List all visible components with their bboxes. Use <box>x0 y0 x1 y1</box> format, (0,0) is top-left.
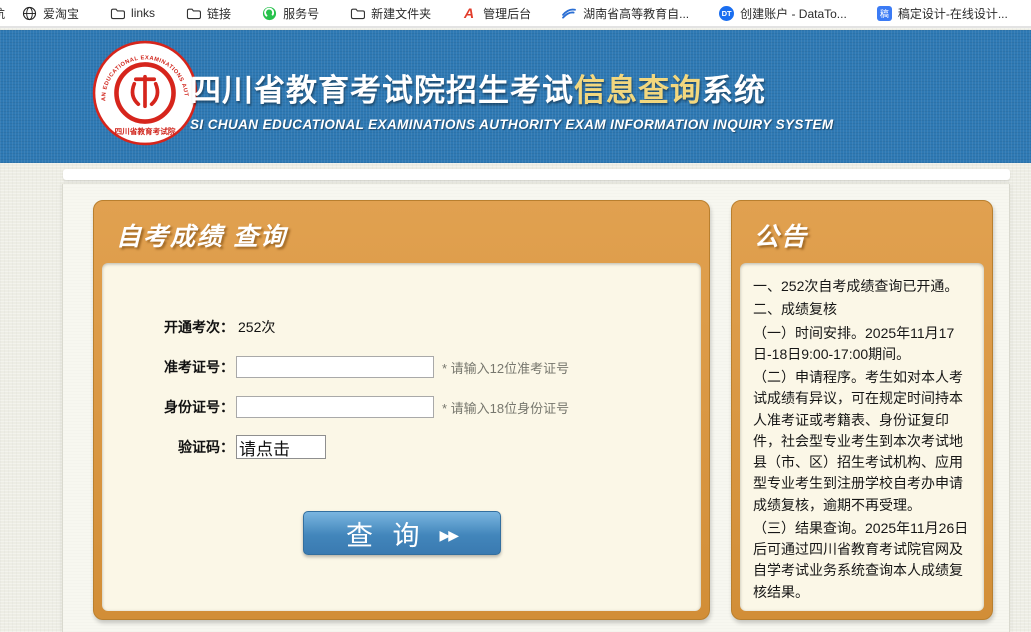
ticket-input[interactable] <box>236 356 434 378</box>
green-service-icon <box>261 5 277 21</box>
bookmark-item-aitaobao[interactable]: 爱淘宝 <box>21 5 79 22</box>
title-block: 四川省教育考试院招生考试信息查询系统 SI CHUAN EDUCATIONAL … <box>190 65 834 132</box>
site-header: SICHUAN EDUCATIONAL EXAMINATIONS AUTHORI… <box>0 30 1031 163</box>
bookmark-label: links <box>131 6 155 20</box>
double-arrow-icon: ▶▶ <box>439 527 457 544</box>
bookmark-label: 湖南省高等教育自... <box>583 5 689 22</box>
red-a-icon: A <box>461 5 477 21</box>
bookmark-item-gaoding[interactable]: 稿 稿定设计-在线设计... <box>877 5 1008 22</box>
bookmark-label: 管理后台 <box>483 5 531 22</box>
top-strip <box>63 169 1010 180</box>
query-panel-body: 开通考次： 252次 准考证号： * 请输入12位准考证号 身份证号： * 请输… <box>102 263 701 611</box>
bookmark-label: 新建文件夹 <box>371 5 431 22</box>
captcha-box[interactable]: 请点击 <box>236 435 326 459</box>
page-subtitle: SI CHUAN EDUCATIONAL EXAMINATIONS AUTHOR… <box>190 117 834 132</box>
title-part2: 系统 <box>702 73 766 108</box>
query-panel-title: 自考成绩 查询 <box>94 201 709 253</box>
folder-icon <box>109 5 125 21</box>
id-row: 身份证号： * 请输入18位身份证号 <box>102 395 701 419</box>
bookmark-label: 航 <box>0 5 5 22</box>
captcha-row: 验证码： 请点击 <box>102 435 701 459</box>
bookmark-item-newfolder[interactable]: 新建文件夹 <box>349 5 431 22</box>
bookmark-label: 爱淘宝 <box>43 5 79 22</box>
notice-panel-title: 公告 <box>732 201 992 253</box>
gaoding-icon: 稿 <box>877 6 892 21</box>
bookmark-item-links[interactable]: links <box>109 5 155 21</box>
folder-icon <box>185 5 201 21</box>
id-hint: * 请输入18位身份证号 <box>442 398 569 417</box>
notice-line: （一）时间安排。2025年11月17日-18日9:00-17:00期间。 <box>753 323 971 366</box>
folder-icon <box>349 5 365 21</box>
query-panel: 自考成绩 查询 开通考次： 252次 准考证号： * 请输入12位准考证号 身份… <box>93 200 710 620</box>
session-value: 252次 <box>238 317 275 337</box>
notice-line: （二）申请程序。考生如对本人考试成绩有异议，可在规定时间持本人准考证或考籍表、身… <box>753 367 971 516</box>
screen: 航 爱淘宝 links 链接 服务号 <box>0 0 1031 632</box>
bookmark-item-fuwuhao[interactable]: 服务号 <box>261 5 319 22</box>
id-input[interactable] <box>236 396 434 418</box>
query-form: 开通考次： 252次 准考证号： * 请输入12位准考证号 身份证号： * 请输… <box>102 263 701 555</box>
ticket-hint: * 请输入12位准考证号 <box>442 358 569 377</box>
notice-panel: 公告 一、252次自考成绩查询已开通。 二、成绩复核 （一）时间安排。2025年… <box>731 200 993 620</box>
svg-text:四川省教育考试院: 四川省教育考试院 <box>114 126 175 136</box>
id-label: 身份证号： <box>102 397 234 417</box>
bookmark-item-datato[interactable]: DT 创建账户 - DataTo... <box>719 5 847 22</box>
notice-line: 二、成绩复核 <box>753 299 971 320</box>
bookmark-item-partial[interactable]: 航 <box>0 5 5 22</box>
notice-line: 一、252次自考成绩查询已开通。 <box>753 276 971 297</box>
bookmark-label: 服务号 <box>283 5 319 22</box>
dt-icon: DT <box>719 6 734 21</box>
notice-line: （三）结果查询。2025年11月26日后可通过四川省教育考试院官网及自学考试业务… <box>753 518 971 603</box>
page-title: 四川省教育考试院招生考试信息查询系统 <box>190 65 834 110</box>
bookmark-item-admin[interactable]: A 管理后台 <box>461 5 531 22</box>
main-content: 自考成绩 查询 开通考次： 252次 准考证号： * 请输入12位准考证号 身份… <box>62 184 1010 632</box>
blue-waves-icon <box>561 5 577 21</box>
ticket-label: 准考证号： <box>102 357 234 377</box>
site-logo: SICHUAN EDUCATIONAL EXAMINATIONS AUTHORI… <box>92 40 198 146</box>
query-button[interactable]: 查 询 ▶▶ <box>303 511 501 555</box>
title-highlight: 信息查询 <box>574 73 702 108</box>
captcha-label: 验证码： <box>102 437 234 457</box>
bookmarks-bar: 航 爱淘宝 links 链接 服务号 <box>0 0 1031 28</box>
bookmark-item-hunan[interactable]: 湖南省高等教育自... <box>561 5 689 22</box>
query-button-label: 查 询 <box>346 514 426 553</box>
notice-panel-body: 一、252次自考成绩查询已开通。 二、成绩复核 （一）时间安排。2025年11月… <box>740 263 984 611</box>
title-part1: 四川省教育考试院招生考试 <box>190 73 574 108</box>
session-label: 开通考次： <box>102 317 234 337</box>
session-row: 开通考次： 252次 <box>102 315 701 339</box>
globe-icon <box>21 5 37 21</box>
notice-text: 一、252次自考成绩查询已开通。 二、成绩复核 （一）时间安排。2025年11月… <box>740 263 984 611</box>
bookmark-label: 链接 <box>207 5 231 22</box>
bookmark-item-lianjie[interactable]: 链接 <box>185 5 231 22</box>
bookmark-label: 创建账户 - DataTo... <box>740 5 847 22</box>
ticket-row: 准考证号： * 请输入12位准考证号 <box>102 355 701 379</box>
bookmark-label: 稿定设计-在线设计... <box>898 5 1008 22</box>
